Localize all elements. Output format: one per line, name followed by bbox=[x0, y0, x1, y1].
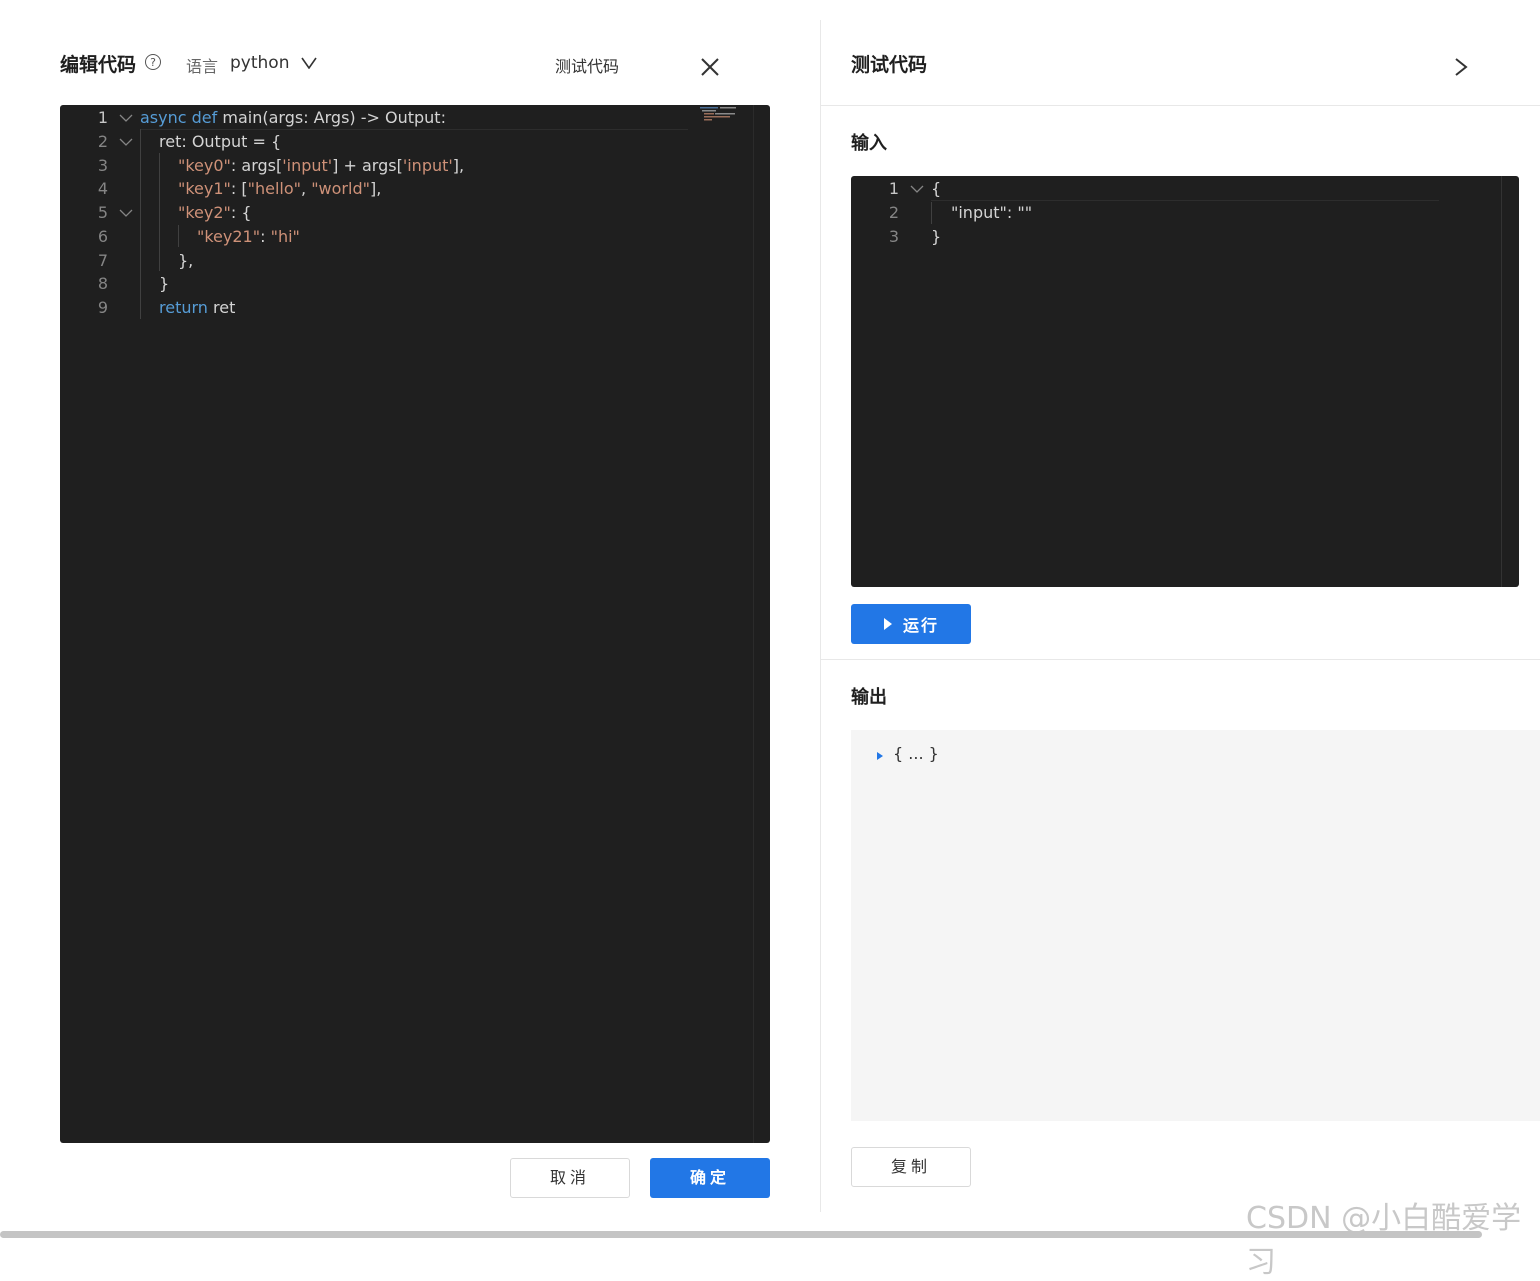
code-token: : { bbox=[230, 203, 252, 222]
test-code-link[interactable]: 测试代码 bbox=[555, 53, 619, 77]
string-token: "key2" bbox=[178, 203, 231, 222]
code-line: 4 "key1": ["hello", "world"], bbox=[60, 177, 770, 201]
code-editor[interactable]: 1 async def main(args: Args) -> Output: … bbox=[60, 105, 770, 1143]
output-section-label: 输出 bbox=[851, 687, 887, 708]
fold-chevron-icon[interactable] bbox=[118, 201, 134, 225]
horizontal-scrollbar[interactable] bbox=[0, 1231, 1482, 1238]
code-line: 6 "key21": "hi" bbox=[60, 225, 770, 249]
right-panel-title: 测试代码 bbox=[851, 54, 928, 76]
code-line: 7 }, bbox=[60, 249, 770, 273]
close-icon[interactable] bbox=[698, 55, 722, 79]
line-number: 7 bbox=[97, 251, 108, 270]
language-value: python bbox=[230, 53, 290, 73]
panel-divider bbox=[820, 20, 821, 1212]
language-select[interactable]: python bbox=[230, 50, 318, 76]
code-token: } bbox=[931, 227, 942, 246]
code-token: ] + args[ bbox=[332, 156, 403, 175]
string-token: "world" bbox=[311, 179, 370, 198]
code-token: ], bbox=[452, 156, 465, 175]
input-section-label: 输入 bbox=[851, 133, 887, 154]
question-circle-icon[interactable]: ? bbox=[145, 54, 161, 70]
string-token: "hi" bbox=[270, 227, 300, 246]
code-line: 9 return ret bbox=[60, 296, 770, 320]
code-token: ret bbox=[207, 298, 236, 317]
chevron-right-icon[interactable] bbox=[1450, 55, 1472, 79]
output-json-collapsed[interactable]: { ... } bbox=[893, 744, 939, 763]
run-button[interactable]: 运行 bbox=[851, 604, 971, 644]
section-divider bbox=[821, 105, 1540, 106]
cancel-button[interactable]: 取消 bbox=[510, 1158, 630, 1198]
code-line: 2 ret: Output = { bbox=[60, 130, 770, 154]
code-line: 1 async def main(args: Args) -> Output: bbox=[60, 106, 770, 130]
input-json-editor[interactable]: 1 { 2 "input": "" 3 } bbox=[851, 176, 1519, 587]
code-line: 5 "key2": { bbox=[60, 201, 770, 225]
line-number: 3 bbox=[97, 156, 108, 175]
code-token: , bbox=[301, 179, 312, 198]
left-panel-title: 编辑代码 bbox=[60, 54, 137, 76]
fold-chevron-icon[interactable] bbox=[118, 130, 134, 154]
code-token: : [ bbox=[230, 179, 248, 198]
line-number: 1 bbox=[97, 108, 108, 127]
code-token: { bbox=[931, 179, 942, 198]
line-number: 2 bbox=[888, 203, 899, 222]
line-number: 5 bbox=[97, 203, 108, 222]
code-line: 2 "input": "" bbox=[851, 201, 1519, 225]
code-token: } bbox=[159, 274, 170, 293]
play-icon bbox=[883, 618, 892, 630]
string-token: "key0" bbox=[178, 156, 231, 175]
keyword-token: async bbox=[140, 108, 187, 127]
run-button-label: 运行 bbox=[902, 616, 939, 635]
string-token: "key1" bbox=[178, 179, 231, 198]
code-line: 3 "key0": args['input'] + args['input'], bbox=[60, 154, 770, 178]
fold-chevron-icon[interactable] bbox=[909, 177, 925, 201]
line-number: 3 bbox=[888, 227, 899, 246]
string-token: 'input' bbox=[402, 156, 453, 175]
code-line: 1 { bbox=[851, 177, 1519, 201]
section-divider bbox=[821, 659, 1540, 660]
string-token: 'input' bbox=[282, 156, 333, 175]
code-token: "input": "" bbox=[951, 203, 1033, 222]
line-number: 1 bbox=[888, 179, 899, 198]
chevron-down-icon bbox=[301, 57, 318, 69]
language-label: 语言 bbox=[186, 57, 219, 76]
copy-button[interactable]: 复制 bbox=[851, 1147, 971, 1187]
line-number: 4 bbox=[97, 179, 108, 198]
code-token: ret: Output = { bbox=[159, 132, 282, 151]
code-line: 3 } bbox=[851, 225, 1519, 249]
line-number: 9 bbox=[97, 298, 108, 317]
fold-chevron-icon[interactable] bbox=[118, 106, 134, 130]
code-token: : bbox=[260, 227, 271, 246]
code-token: }, bbox=[178, 251, 194, 270]
code-line: 8 } bbox=[60, 272, 770, 296]
keyword-token: return bbox=[159, 298, 208, 317]
code-token: main(args: Args) -> Output: bbox=[222, 108, 446, 127]
confirm-button[interactable]: 确定 bbox=[650, 1158, 770, 1198]
string-token: "key21" bbox=[197, 227, 261, 246]
line-number: 2 bbox=[97, 132, 108, 151]
line-number: 8 bbox=[97, 274, 108, 293]
code-token: ], bbox=[369, 179, 382, 198]
string-token: "hello" bbox=[247, 179, 302, 198]
line-number: 6 bbox=[97, 227, 108, 246]
caret-right-icon[interactable] bbox=[875, 751, 885, 761]
keyword-token: def bbox=[191, 108, 218, 127]
code-token: : args[ bbox=[230, 156, 283, 175]
output-viewer: { ... } bbox=[851, 730, 1540, 1121]
